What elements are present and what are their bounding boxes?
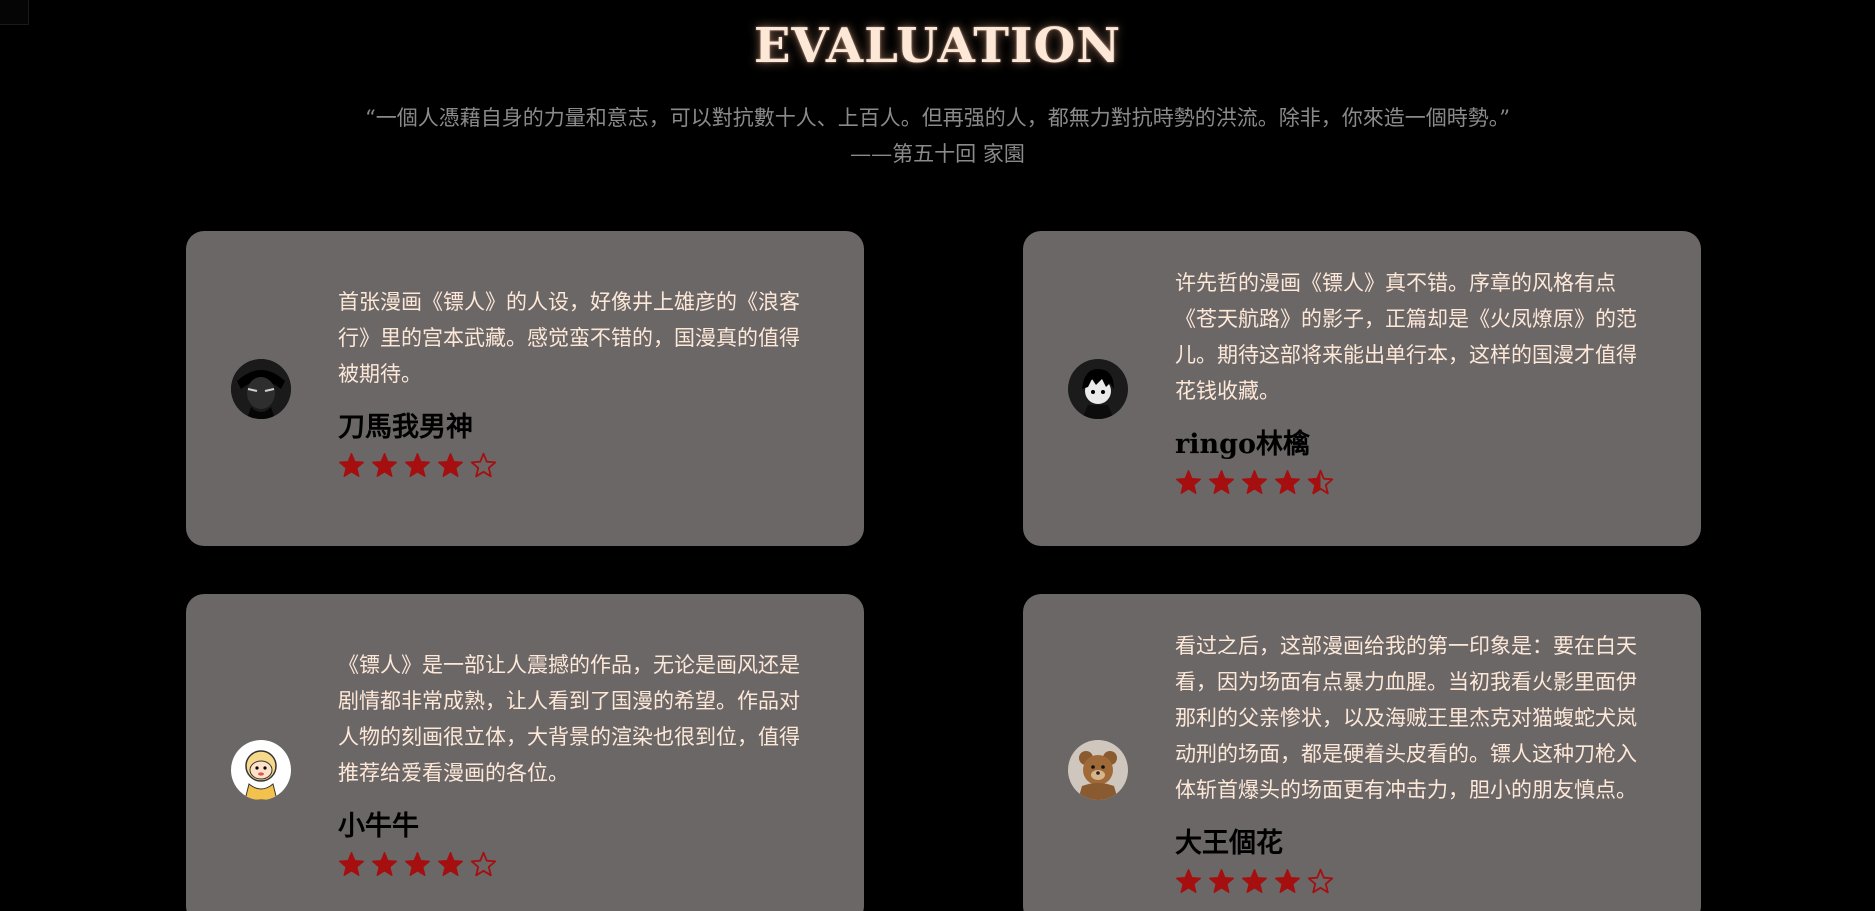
star-rating — [338, 851, 818, 878]
star-empty-icon — [1307, 868, 1334, 895]
star-filled-icon — [437, 452, 464, 479]
review-card: 《镖人》是一部让人震撼的作品，无论是画风还是剧情都非常成熟，让人看到了国漫的希望… — [186, 594, 864, 911]
teddy-bear-avatar-icon — [1068, 740, 1128, 800]
evaluation-page: EVALUATION “一個人憑藉自身的力量和意志，可以對抗數十人、上百人。但再… — [0, 0, 1875, 911]
review-body: 《镖人》是一部让人震撼的作品，无论是画风还是剧情都非常成熟，让人看到了国漫的希望… — [338, 647, 818, 878]
star-rating — [338, 452, 818, 479]
star-filled-icon — [1175, 868, 1202, 895]
star-rating — [1175, 868, 1655, 895]
star-filled-icon — [1274, 469, 1301, 496]
reviewer-name: 小牛牛 — [338, 811, 419, 842]
review-body: 首张漫画《镖人》的人设，好像井上雄彦的《浪客行》里的宫本武藏。感觉蛮不错的，国漫… — [338, 284, 818, 479]
star-filled-icon — [1208, 868, 1235, 895]
star-filled-icon — [437, 851, 464, 878]
review-text: 首张漫画《镖人》的人设，好像井上雄彦的《浪客行》里的宫本武藏。感觉蛮不错的，国漫… — [338, 290, 800, 386]
review-text: 许先哲的漫画《镖人》真不错。序章的风格有点《苍天航路》的影子，正篇却是《火凤燎原… — [1175, 271, 1637, 403]
star-filled-icon — [1241, 868, 1268, 895]
star-filled-icon — [338, 452, 365, 479]
anime-boy-avatar-icon — [1068, 359, 1128, 419]
quote-source: ——第五十回 家園 — [850, 142, 1025, 166]
review-text: 看过之后，这部漫画给我的第一印象是：要在白天看，因为场面有点暴力血腥。当初我看火… — [1175, 634, 1637, 802]
star-rating — [1175, 469, 1655, 496]
quote-text: “一個人憑藉自身的力量和意志，可以對抗數十人、上百人。但再强的人，都無力對抗時勢… — [365, 106, 1510, 130]
star-filled-icon — [404, 452, 431, 479]
star-filled-icon — [371, 452, 398, 479]
star-filled-icon — [1274, 868, 1301, 895]
star-filled-icon — [338, 851, 365, 878]
review-body: 看过之后，这部漫画给我的第一印象是：要在白天看，因为场面有点暴力血腥。当初我看火… — [1175, 628, 1655, 895]
reviewer-name: 刀馬我男神 — [338, 412, 473, 443]
cartoon-kid-avatar-icon — [231, 740, 291, 800]
star-filled-icon — [1208, 469, 1235, 496]
review-card: 首张漫画《镖人》的人设，好像井上雄彦的《浪客行》里的宫本武藏。感觉蛮不错的，国漫… — [186, 231, 864, 546]
dark-anime-avatar-icon — [231, 359, 291, 419]
review-card: 看过之后，这部漫画给我的第一印象是：要在白天看，因为场面有点暴力血腥。当初我看火… — [1023, 594, 1701, 911]
star-filled-icon — [371, 851, 398, 878]
star-empty-icon — [470, 851, 497, 878]
quote-block: “一個人憑藉自身的力量和意志，可以對抗數十人、上百人。但再强的人，都無力對抗時勢… — [0, 100, 1875, 172]
review-body: 许先哲的漫画《镖人》真不错。序章的风格有点《苍天航路》的影子，正篇却是《火凤燎原… — [1175, 265, 1655, 496]
reviewer-name: ringo林檎 — [1175, 429, 1310, 460]
star-empty-icon — [470, 452, 497, 479]
star-half-icon — [1307, 469, 1334, 496]
star-filled-icon — [1241, 469, 1268, 496]
page-title: EVALUATION — [753, 18, 1122, 74]
star-filled-icon — [1175, 469, 1202, 496]
reviewer-name: 大王個花 — [1175, 828, 1283, 859]
review-card: 许先哲的漫画《镖人》真不错。序章的风格有点《苍天航路》的影子，正篇却是《火凤燎原… — [1023, 231, 1701, 546]
review-text: 《镖人》是一部让人震撼的作品，无论是画风还是剧情都非常成熟，让人看到了国漫的希望… — [338, 653, 800, 785]
star-filled-icon — [404, 851, 431, 878]
